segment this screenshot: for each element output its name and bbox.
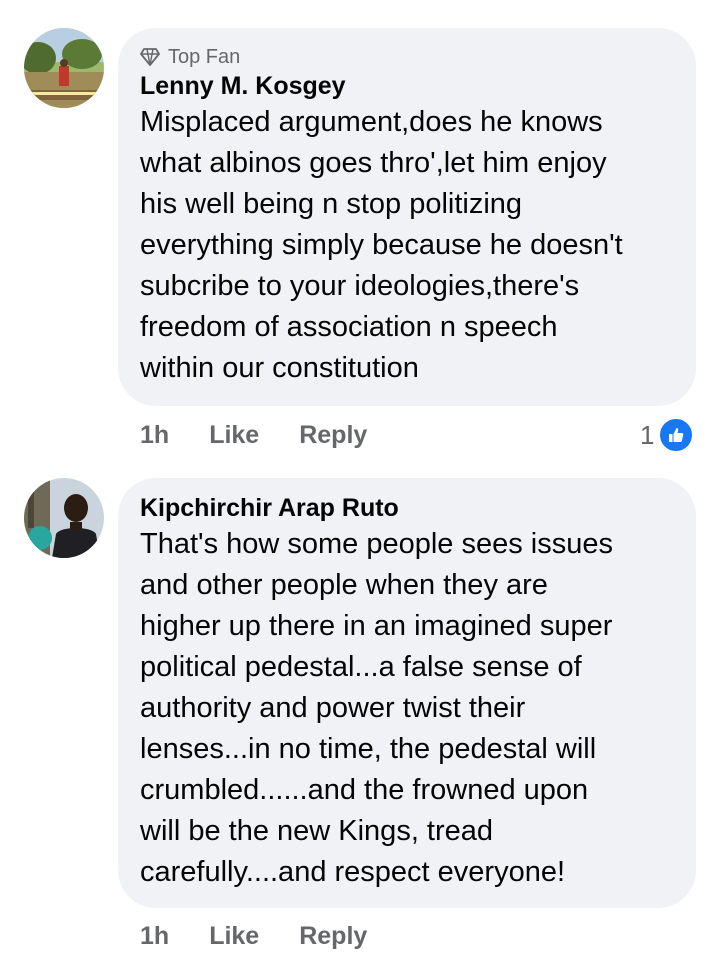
reaction-summary[interactable]: 1: [640, 417, 695, 453]
like-button[interactable]: Like: [209, 922, 259, 951]
avatar[interactable]: [24, 28, 104, 108]
comment-bubble: Top Fan Lenny M. Kosgey Misplaced argume…: [118, 28, 696, 406]
comment-author[interactable]: Kipchirchir Arap Ruto: [140, 492, 674, 524]
like-button[interactable]: Like: [209, 421, 259, 450]
thumbs-up-icon: [658, 417, 695, 453]
top-fan-badge[interactable]: Top Fan: [140, 44, 674, 70]
comment-author[interactable]: Lenny M. Kosgey: [140, 70, 674, 102]
badge-label: Top Fan: [168, 45, 241, 68]
timestamp[interactable]: 1h: [140, 421, 169, 450]
reply-button[interactable]: Reply: [299, 922, 367, 951]
comment-text: Misplaced argument,does he knows what al…: [140, 106, 623, 384]
comment-bubble: Kipchirchir Arap Ruto That's how some pe…: [118, 478, 696, 908]
timestamp[interactable]: 1h: [140, 922, 169, 951]
diamond-icon: [140, 48, 160, 66]
avatar-photo-person: [24, 478, 104, 558]
avatar-photo-landscape: [24, 28, 104, 108]
comment-text: That's how some people sees issues and o…: [140, 528, 614, 888]
comment-actions: 1h Like Reply: [140, 922, 407, 951]
reaction-count: 1: [640, 419, 655, 450]
reply-button[interactable]: Reply: [299, 421, 367, 450]
avatar[interactable]: [24, 478, 104, 558]
comment-actions: 1h Like Reply: [140, 421, 407, 450]
